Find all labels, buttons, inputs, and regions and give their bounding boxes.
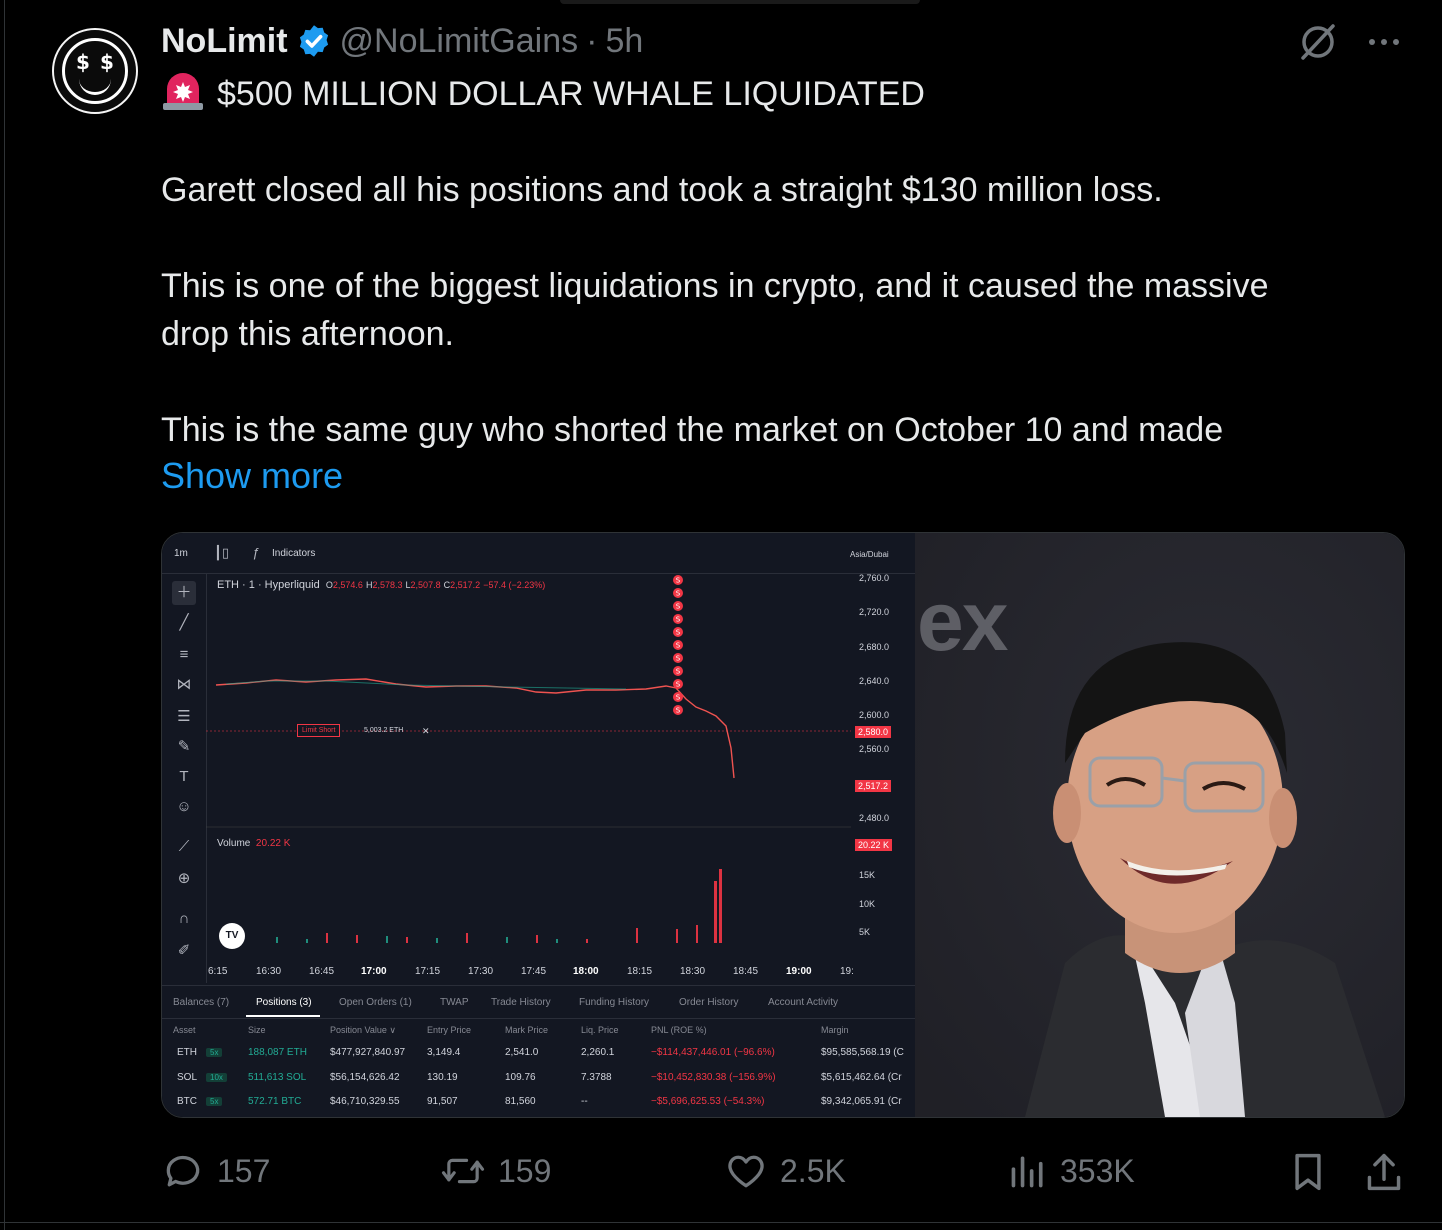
pattern-icon: ⋈ <box>176 676 192 693</box>
tab-account-activity[interactable]: Account Activity <box>768 997 838 1008</box>
tweet-paragraph-3: This is the same guy who shorted the mar… <box>161 411 1224 449</box>
grok-icon[interactable] <box>1296 20 1340 64</box>
siren-emoji-icon <box>163 73 203 110</box>
repost-count: 159 <box>498 1152 552 1189</box>
indicators-label: Indicators <box>272 548 316 559</box>
candle-type-icon: ┃▯ <box>214 545 229 560</box>
fill-marker-label: S <box>676 694 681 702</box>
heart-icon <box>728 1155 764 1188</box>
limit-short-order: Limit Short <box>297 724 341 737</box>
tradingview-logo: TV <box>219 923 245 949</box>
drawing-toolbar: ＋ ╱ ≡ ⋈ ☰ ✎ T ☺ ⟋ ⊕ ∩ ✐ <box>162 573 207 983</box>
fill-marker-label: S <box>676 629 681 637</box>
author-name[interactable]: NoLimit <box>161 22 288 61</box>
tweet-headline: $500 MILLION DOLLAR WHALE LIQUIDATED <box>161 70 925 118</box>
share-icon[interactable] <box>1364 1150 1404 1194</box>
fill-marker-label: S <box>676 577 681 585</box>
emoji-tool-icon: ☺ <box>176 798 192 815</box>
crosshair-icon: ＋ <box>172 581 196 605</box>
timezone-label: Asia/Dubai <box>850 550 889 559</box>
tweet-paragraph-2-line-1: This is one of the biggest liquidations … <box>161 267 1269 305</box>
tab-open-orders[interactable]: Open Orders (1) <box>339 997 412 1008</box>
timeline-border-bottom <box>0 1222 1442 1223</box>
smiley-avatar-icon: $ $ <box>62 38 128 104</box>
horizontal-lines-icon: ≡ <box>179 646 189 663</box>
fill-marker-label: S <box>676 603 681 611</box>
trading-chart-screenshot: 1m ┃▯ ƒ Indicators Asia/Dubai ＋ ╱ ≡ ⋈ ☰ … <box>162 533 915 1117</box>
repost-icon <box>441 1158 485 1184</box>
repost-button[interactable]: 159 <box>440 1148 551 1194</box>
zoom-icon: ⊕ <box>177 870 191 887</box>
headline-text: $500 MILLION DOLLAR WHALE LIQUIDATED <box>217 75 925 113</box>
tweet-timestamp[interactable]: 5h <box>605 22 643 61</box>
fill-marker-label: S <box>676 655 681 663</box>
tab-funding-history[interactable]: Funding History <box>579 997 649 1008</box>
show-more-link[interactable]: Show more <box>161 455 343 497</box>
header-separator: · <box>586 21 598 60</box>
reply-count: 157 <box>217 1152 271 1189</box>
cancel-order-icon: ✕ <box>422 726 430 736</box>
brush-icon: ✎ <box>177 738 191 755</box>
tab-trade-history[interactable]: Trade History <box>491 997 551 1008</box>
fill-marker-label: S <box>676 642 681 650</box>
lock-drawings-icon: ✐ <box>177 942 191 959</box>
fib-levels-icon: ☰ <box>177 708 191 725</box>
magnet-icon: ∩ <box>178 910 190 927</box>
tweet-paragraph-1: Garett closed all his positions and took… <box>161 171 1163 209</box>
fill-marker-label: S <box>676 616 681 624</box>
tab-balances[interactable]: Balances (7) <box>173 997 229 1008</box>
indicators-fx-icon: ƒ <box>252 545 260 560</box>
analytics-icon <box>1011 1156 1043 1188</box>
tweet-paragraph-2-line-2: drop this afternoon. <box>161 315 454 353</box>
reply-icon <box>166 1155 200 1187</box>
active-tab-indicator <box>246 1015 320 1017</box>
interval-label: 1m <box>174 548 188 559</box>
fill-marker-label: S <box>676 681 681 689</box>
like-count: 2.5K <box>780 1152 846 1189</box>
price-chart-plot <box>206 678 851 943</box>
verified-badge-icon <box>299 25 328 57</box>
bookmark-icon[interactable] <box>1288 1150 1328 1194</box>
volume-legend: Volume 20.22 K <box>217 838 291 849</box>
top-edge-shadow <box>560 0 920 4</box>
tweet-media[interactable]: 1m ┃▯ ƒ Indicators Asia/Dubai ＋ ╱ ≡ ⋈ ☰ … <box>161 532 1405 1118</box>
trendline-icon: ╱ <box>179 614 189 631</box>
timeline-border-left <box>4 0 5 1230</box>
chart-toolbar: 1m ┃▯ ƒ Indicators Asia/Dubai <box>162 533 915 574</box>
fill-markers: SSSSSSSSSSS <box>668 573 688 715</box>
fill-marker-label: S <box>676 590 681 598</box>
trader-photo: ex <box>915 533 1404 1117</box>
limit-order-size: 5,003.2 ETH <box>364 727 404 734</box>
more-options-icon[interactable] <box>1364 26 1404 58</box>
tweet-header: NoLimit @NoLimitGains · 5h <box>161 20 643 62</box>
tab-positions[interactable]: Positions (3) <box>256 997 312 1008</box>
reply-button[interactable]: 157 <box>161 1148 270 1194</box>
positions-table: Asset Size Position Value ∨ Entry Price … <box>173 1025 904 1107</box>
fill-marker-label: S <box>676 668 681 676</box>
view-count: 353K <box>1060 1152 1135 1189</box>
like-button[interactable]: 2.5K <box>724 1148 846 1194</box>
text-tool-icon: T <box>179 768 189 785</box>
tab-twap[interactable]: TWAP <box>440 997 469 1008</box>
author-avatar[interactable]: $ $ <box>52 28 138 114</box>
price-axis: 2,760.0 2,720.0 2,680.0 2,640.0 2,600.0 … <box>851 573 915 985</box>
person-illustration <box>915 533 1404 1117</box>
fill-marker-label: S <box>676 707 681 715</box>
positions-tabs: Balances (7) Positions (3) Open Orders (… <box>162 985 915 1019</box>
author-handle[interactable]: @NoLimitGains <box>340 22 579 61</box>
ruler-icon: ⟋ <box>178 838 190 855</box>
views-button[interactable]: 353K <box>1008 1148 1135 1194</box>
tab-order-history[interactable]: Order History <box>679 997 738 1008</box>
